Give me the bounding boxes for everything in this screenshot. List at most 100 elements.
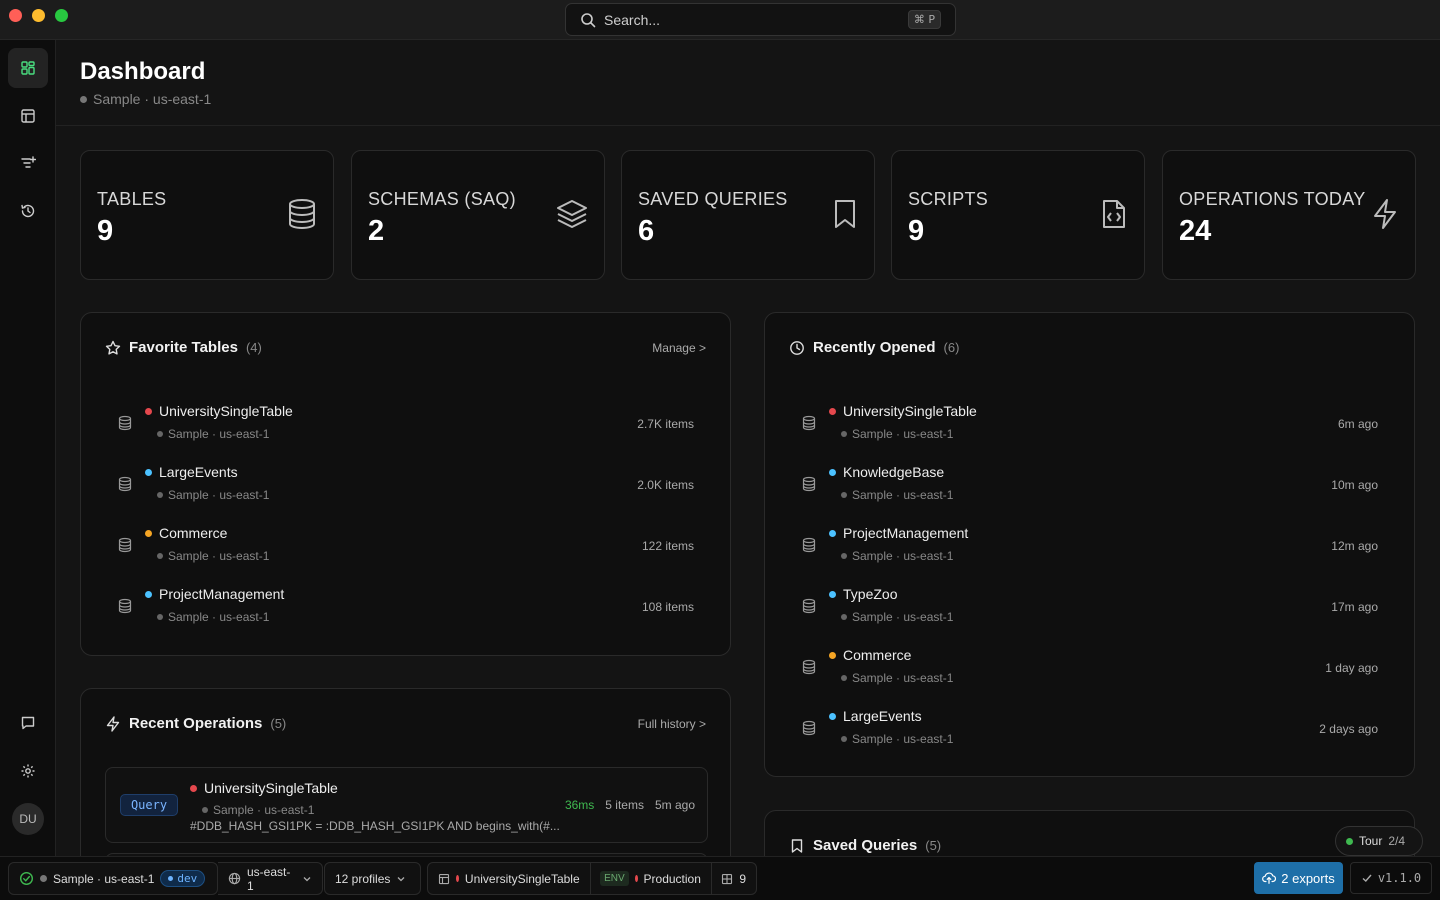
minimize-window-button[interactable] <box>32 9 45 22</box>
table-name-label: Commerce <box>843 647 912 663</box>
table-meta-label: Sample · us-east-1 <box>852 671 954 685</box>
table-name-label: Commerce <box>159 525 228 541</box>
table-name-label: UniversitySingleTable <box>843 403 977 419</box>
stat-value: 24 <box>1179 215 1212 247</box>
layers-icon <box>556 198 588 230</box>
global-search[interactable]: Search... ⌘ P <box>565 3 956 36</box>
table-row[interactable]: Commerce Sample · us-east-1 122 items <box>105 523 706 579</box>
table-name: ProjectManagement <box>829 525 968 541</box>
filter-add-icon <box>20 155 36 171</box>
table-row-value: 2.0K items <box>637 478 694 492</box>
file-code-icon <box>1100 198 1128 230</box>
tour-status-dot <box>1346 837 1353 845</box>
sidebar-item-history[interactable] <box>8 191 48 231</box>
connection-dot <box>841 675 847 681</box>
cloud-upload-icon <box>1262 871 1277 885</box>
stat-card-saved-queries[interactable]: SAVED QUERIES 6 <box>621 150 875 280</box>
table-row[interactable]: UniversitySingleTable Sample · us-east-1 2… <box>105 401 706 457</box>
environment-name: Production <box>643 871 701 886</box>
table-name: Commerce <box>145 525 227 541</box>
stat-card-scripts[interactable]: SCRIPTS 9 <box>891 150 1145 280</box>
connection-dot <box>157 431 163 437</box>
table-row[interactable]: ProjectManagement Sample · us-east-1 12m a… <box>789 523 1390 579</box>
check-icon <box>1361 872 1373 884</box>
database-icon <box>801 598 817 614</box>
region-selector[interactable]: us-east-1 <box>218 862 323 895</box>
grid-icon <box>721 873 733 885</box>
environment-pill-label: dev <box>177 872 198 885</box>
search-shortcut: ⌘ P <box>907 10 941 29</box>
table-color-dot <box>829 468 836 476</box>
table-row-value: 6m ago <box>1337 417 1378 431</box>
panel-header: Favorite Tables (4) <box>105 339 262 356</box>
feedback-button[interactable] <box>8 703 48 743</box>
operation-expression: #DDB_HASH_GSI1PK = :DDB_HASH_GSI1PK AND … <box>190 819 560 833</box>
connection-dot <box>157 614 163 620</box>
operation-row[interactable]: Query UniversitySingleTable Sample · us-… <box>105 767 708 843</box>
avatar[interactable]: DU <box>12 803 44 835</box>
table-name: UniversitySingleTable <box>829 403 977 419</box>
table-color-dot <box>145 468 152 476</box>
table-row[interactable]: Commerce Sample · us-east-1 1 day ago <box>789 645 1390 701</box>
search-placeholder: Search... <box>604 11 661 28</box>
table-color-dot <box>829 590 836 598</box>
active-table-indicator[interactable]: UniversitySingleTable ENV Production 9 <box>427 862 757 895</box>
page-connection: Sample · us-east-1 <box>80 91 211 107</box>
sidebar-item-tables[interactable] <box>8 96 48 136</box>
operation-time: 5m ago <box>654 798 695 812</box>
table-row[interactable]: UniversitySingleTable Sample · us-east-1 6… <box>789 401 1390 457</box>
table-color-dot <box>829 651 836 659</box>
table-row[interactable]: KnowledgeBase Sample · us-east-1 10m ago <box>789 462 1390 518</box>
table-row[interactable]: ProjectManagement Sample · us-east-1 108 i… <box>105 584 706 640</box>
panel-header: Saved Queries (5) <box>789 837 941 854</box>
stat-value: 9 <box>908 215 925 247</box>
sidebar-item-dashboard[interactable] <box>8 48 48 88</box>
panel-title: Recently Opened <box>813 339 936 356</box>
full-history-link[interactable]: Full history > <box>638 717 706 731</box>
zoom-window-button[interactable] <box>55 9 68 22</box>
operation-stats: 36ms 5 items 5m ago <box>565 798 695 812</box>
stat-card-schemas[interactable]: SCHEMAS (SAQ) 2 <box>351 150 605 280</box>
version-badge[interactable]: v1.1.0 <box>1350 862 1432 894</box>
connection-dot <box>841 553 847 559</box>
connection-dot <box>841 736 847 742</box>
database-icon <box>117 537 133 553</box>
lightning-icon <box>1371 198 1399 230</box>
profiles-selector[interactable]: 12 profiles <box>324 862 421 895</box>
table-meta-label: Sample · us-east-1 <box>168 488 270 502</box>
table-meta-label: Sample · us-east-1 <box>168 549 270 563</box>
stat-label: SCRIPTS <box>908 189 989 209</box>
operation-meta: Sample · us-east-1 <box>202 803 314 817</box>
connection-dot <box>157 553 163 559</box>
bookmark-icon <box>832 198 858 230</box>
table-color-dot <box>829 407 836 415</box>
stat-label: TABLES <box>97 189 167 209</box>
table-meta: Sample · us-east-1 <box>841 671 953 685</box>
stat-card-tables[interactable]: TABLES 9 <box>80 150 334 280</box>
table-row[interactable]: LargeEvents Sample · us-east-1 2.0K items <box>105 462 706 518</box>
panel-header: Recently Opened (6) <box>789 339 959 356</box>
table-name: Commerce <box>829 647 911 663</box>
tour-button[interactable]: Tour 2/4 <box>1335 826 1423 856</box>
table-row-value: 10m ago <box>1331 478 1378 492</box>
exports-button[interactable]: 2 exports <box>1254 862 1343 894</box>
connection-selector[interactable]: Sample · us-east-1 dev <box>8 862 218 895</box>
table-row[interactable]: TypeZoo Sample · us-east-1 17m ago <box>789 584 1390 640</box>
table-color-dot <box>145 407 152 415</box>
table-name-label: ProjectManagement <box>159 586 285 602</box>
stat-card-operations[interactable]: OPERATIONS TODAY 24 <box>1162 150 1416 280</box>
table-name-label: KnowledgeBase <box>843 464 945 480</box>
table-color-dot <box>829 712 836 720</box>
connection-dot <box>841 492 847 498</box>
sidebar-item-queries[interactable] <box>8 143 48 183</box>
close-window-button[interactable] <box>9 9 22 22</box>
table-color-dot <box>190 784 197 792</box>
active-table-name: UniversitySingleTable <box>464 871 580 886</box>
table-row[interactable]: LargeEvents Sample · us-east-1 2 days ago <box>789 706 1390 762</box>
clock-icon <box>789 340 805 356</box>
table-meta-label: Sample · us-east-1 <box>852 732 954 746</box>
panel-count: (5) <box>270 716 287 731</box>
table-meta-label: Sample · us-east-1 <box>852 610 954 624</box>
manage-favorites-link[interactable]: Manage > <box>652 341 706 355</box>
settings-button[interactable] <box>8 751 48 791</box>
